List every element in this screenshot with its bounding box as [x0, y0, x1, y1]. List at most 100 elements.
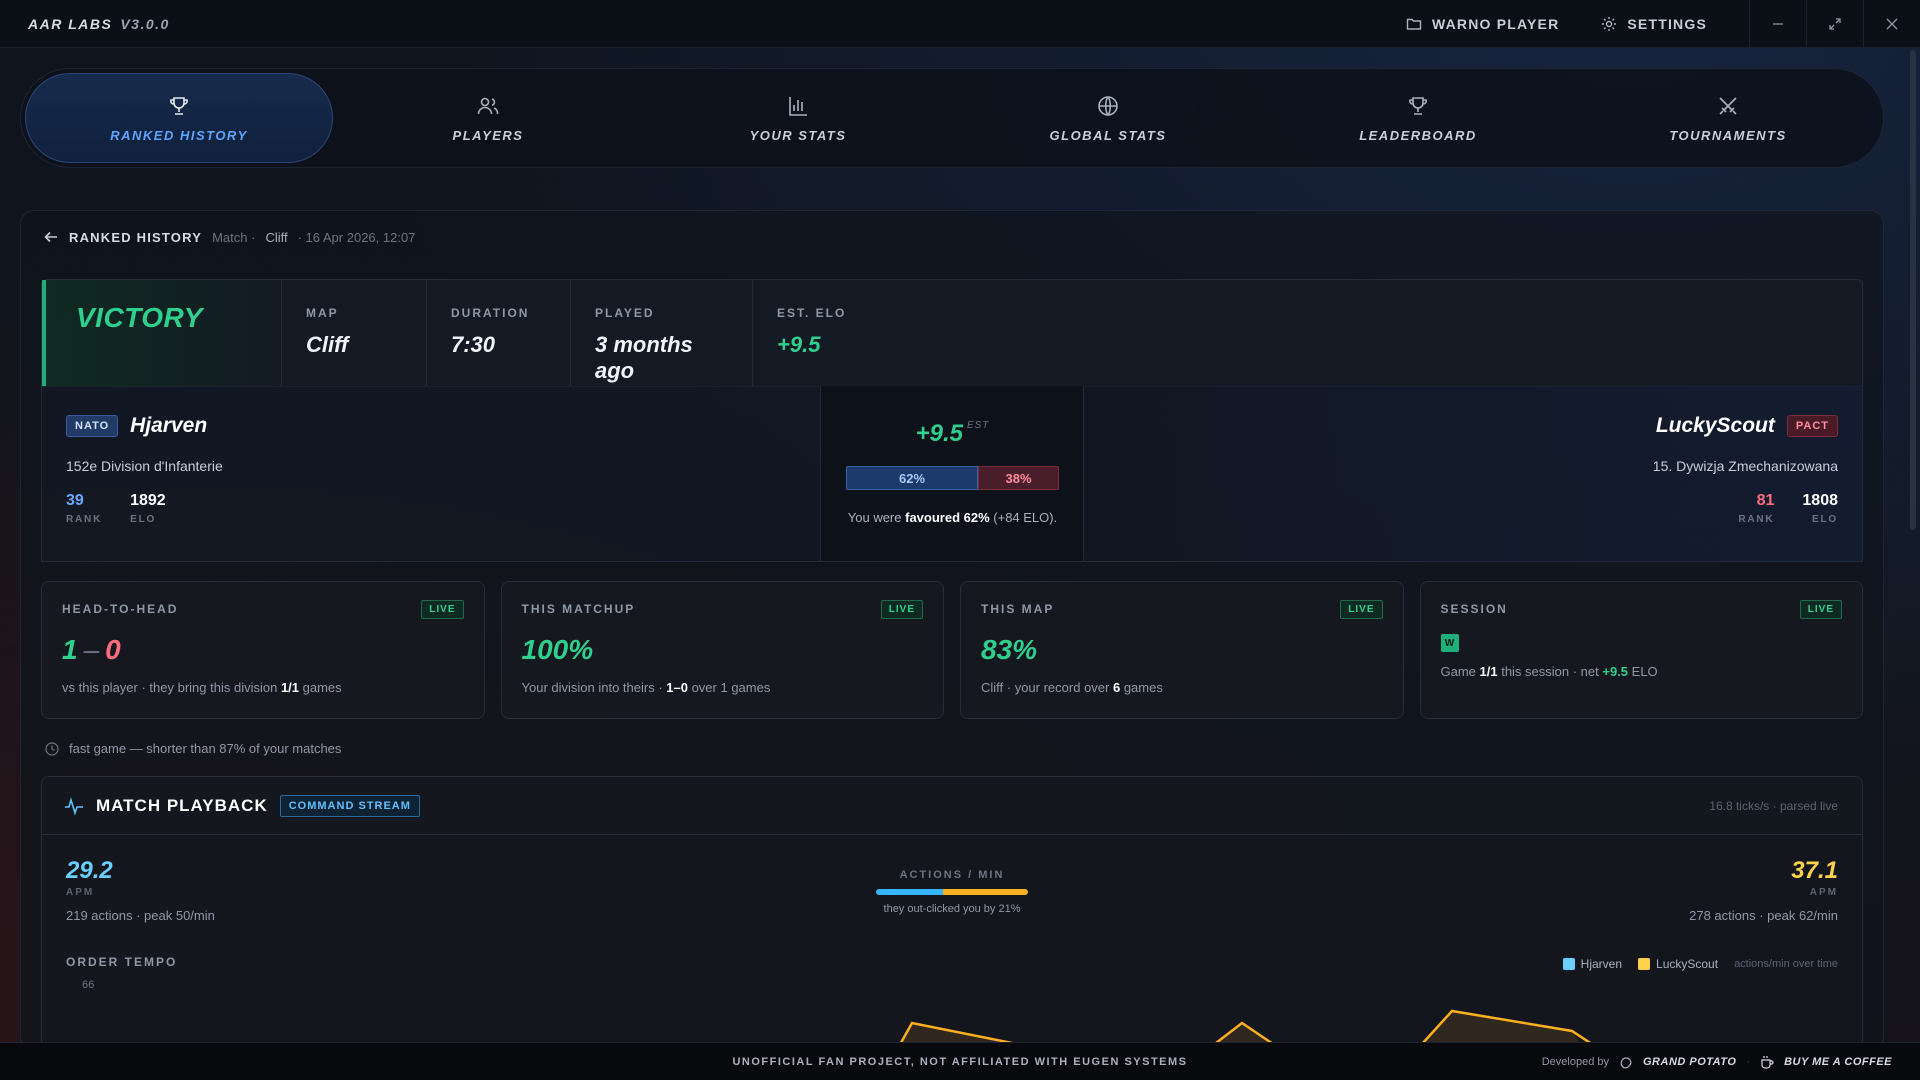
app-version: V3.0.0: [120, 15, 170, 32]
player-right: LuckyScout PACT 15. Dywizja Zmechanizowa…: [1084, 386, 1862, 561]
footer: UNOFFICIAL FAN PROJECT, NOT AFFILIATED W…: [0, 1042, 1920, 1080]
command-stream-badge: COMMAND STREAM: [279, 794, 420, 817]
result-header: VICTORY MAP Cliff DURATION 7:30 PLAYED 3…: [41, 279, 1863, 387]
apm-detail: 278 actions · peak 62/min: [1689, 908, 1838, 923]
card-title: HEAD-TO-HEAD: [62, 602, 179, 616]
bar-chart-icon: [789, 96, 807, 116]
settings-button[interactable]: SETTINGS: [1601, 16, 1707, 32]
coffee-icon: [1761, 1056, 1774, 1069]
live-badge: LIVE: [880, 600, 923, 619]
tab-label: RANKED HISTORY: [110, 127, 248, 143]
rank-value: 39: [66, 492, 84, 509]
playback-title: MATCH PLAYBACK: [96, 795, 268, 815]
app-name: AAR LABS: [28, 15, 113, 32]
separator-dot: ·: [1746, 1056, 1751, 1068]
result-played: PLAYED 3 months ago: [571, 280, 753, 386]
match-playback: MATCH PLAYBACK COMMAND STREAM 16.8 ticks…: [41, 776, 1863, 1049]
stat-cards: HEAD-TO-HEAD LIVE 1–0 vs this player · t…: [41, 581, 1863, 719]
subtext-post: games: [1120, 680, 1163, 695]
card-title: THIS MATCHUP: [521, 602, 636, 616]
match-detail-panel: RANKED HISTORY Match · Cliff · 16 Apr 20…: [20, 210, 1884, 1050]
players-row: NATO Hjarven 152e Division d'Infanterie …: [41, 386, 1863, 562]
player-elo: 1892 ELO: [130, 492, 166, 525]
player-rank: 81 RANK: [1738, 492, 1774, 525]
card-title: SESSION: [1440, 602, 1508, 616]
minimize-icon: [1773, 23, 1783, 25]
subtext-pre: Your division into theirs ·: [521, 680, 667, 695]
played-value: 3 months ago: [595, 332, 693, 383]
legend-swatch: [1562, 958, 1575, 970]
activity-icon: [65, 796, 83, 816]
faction-badge: PACT: [1786, 415, 1838, 437]
apm-bar-right: [942, 889, 1028, 895]
player-left: NATO Hjarven 152e Division d'Infanterie …: [42, 386, 821, 561]
maximize-button[interactable]: [1806, 0, 1863, 48]
player-division: 152e Division d'Infanterie: [66, 458, 223, 474]
prediction-note: You were favoured 62% (+84 ELO).: [821, 510, 1084, 525]
potato-icon: [1620, 1057, 1632, 1069]
breadcrumb-ranked-history[interactable]: RANKED HISTORY: [69, 230, 202, 245]
apm-value: 29.2: [66, 857, 113, 884]
tab-players[interactable]: PLAYERS: [333, 69, 643, 167]
trophy-icon: [1409, 96, 1427, 115]
trophy-icon: [170, 96, 188, 115]
breadcrumb: RANKED HISTORY Match · Cliff · 16 Apr 20…: [43, 229, 415, 245]
folder-icon: [1406, 18, 1422, 30]
tab-tournaments[interactable]: TOURNAMENTS: [1573, 69, 1883, 167]
elo-value: +9.5: [777, 332, 821, 357]
back-arrow-icon[interactable]: [43, 229, 59, 245]
card-this-map: THIS MAP LIVE 83% Cliff · your record ov…: [960, 581, 1404, 719]
h2h-wins: 1: [62, 634, 78, 665]
map-winrate: 83%: [981, 634, 1038, 665]
duration-label: DURATION: [451, 306, 530, 320]
subtext-post: ELO: [1628, 664, 1658, 679]
order-tempo-chart: [896, 1009, 1602, 1049]
legend-label: Hjarven: [1580, 957, 1623, 971]
live-badge: LIVE: [1340, 600, 1383, 619]
tab-leaderboard[interactable]: LEADERBOARD: [1263, 69, 1573, 167]
elo-label: EST. ELO: [777, 306, 847, 320]
breadcrumb-date: · 16 Apr 2026, 12:07: [297, 229, 416, 245]
win-prediction: +9.5 EST 62% 38% You were favoured 62% (+…: [821, 386, 1084, 561]
apm-bar-left: [876, 889, 943, 895]
map-value: Cliff: [306, 332, 349, 357]
minimize-button[interactable]: [1749, 0, 1806, 48]
player-name[interactable]: LuckyScout: [1656, 414, 1775, 438]
scrollbar[interactable]: [1910, 50, 1916, 530]
card-subtext: Cliff · your record over 6 games: [981, 680, 1383, 695]
tab-label: TOURNAMENTS: [1669, 127, 1787, 143]
tab-your-stats[interactable]: YOUR STATS: [643, 69, 953, 167]
legend-label: LuckyScout: [1656, 957, 1719, 971]
result-elo: EST. ELO +9.5: [753, 280, 870, 386]
apm-compare-title: ACTIONS / MIN: [899, 869, 1005, 881]
played-label: PLAYED: [595, 306, 655, 320]
buy-me-a-coffee-link[interactable]: BUY ME A COFFEE: [1784, 1056, 1892, 1068]
legend-item-right: LuckyScout: [1638, 957, 1718, 971]
disclaimer: UNOFFICIAL FAN PROJECT, NOT AFFILIATED W…: [732, 1055, 1188, 1068]
legend-item-left: Hjarven: [1562, 957, 1623, 971]
card-this-matchup: THIS MATCHUP LIVE 100% Your division int…: [500, 581, 944, 719]
swords-icon: [1719, 96, 1737, 115]
elo-number: 1808: [1802, 492, 1838, 509]
apm-label: APM: [66, 887, 95, 898]
legend-swatch: [1638, 958, 1651, 970]
tab-global-stats[interactable]: GLOBAL STATS: [953, 69, 1263, 167]
expand-icon: [1829, 18, 1841, 30]
h2h-score: 1–0: [62, 634, 464, 666]
card-subtext: vs this player · they bring this divisio…: [62, 680, 464, 695]
subtext-post: games: [299, 680, 342, 695]
subtext-post: over 1 games: [687, 680, 771, 695]
subtext-bold: 1–0: [666, 680, 688, 695]
subtext-bold: 1/1: [1479, 664, 1498, 679]
close-button[interactable]: [1863, 0, 1920, 48]
player-name[interactable]: Hjarven: [130, 414, 207, 438]
apm-left: 29.2 APM 219 actions · peak 50/min: [66, 857, 215, 923]
developer-name[interactable]: GRAND POTATO: [1643, 1056, 1736, 1068]
card-subtext: Your division into theirs · 1–0 over 1 g…: [522, 680, 924, 695]
tab-ranked-history[interactable]: RANKED HISTORY: [25, 73, 333, 163]
win-probability-bar: 62% 38%: [846, 466, 1059, 490]
warno-player-button[interactable]: WARNO PLAYER: [1406, 16, 1559, 32]
breadcrumb-type: Match ·: [212, 229, 256, 245]
apm-value: 37.1: [1791, 857, 1838, 884]
elo-number-label: ELO: [130, 514, 157, 525]
